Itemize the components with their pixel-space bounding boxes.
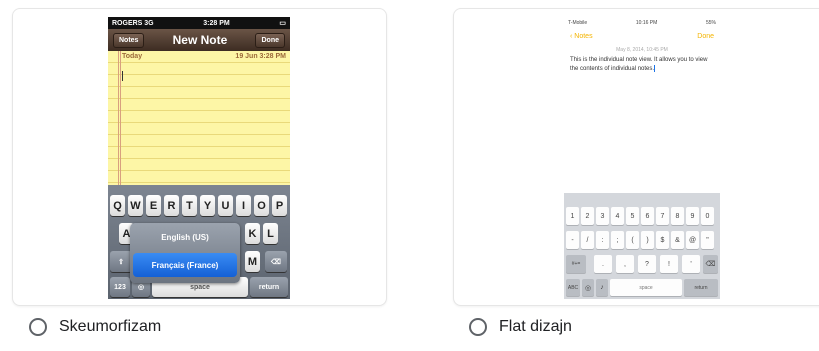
- time-label: 10:16 PM: [635, 20, 658, 26]
- battery-label: 55%: [705, 20, 716, 26]
- key: 1: [566, 207, 579, 225]
- note-text: This is the individual note view. It all…: [570, 57, 708, 72]
- key: T: [182, 195, 197, 216]
- key: 2: [581, 207, 594, 225]
- option-label: Flat dizajn: [499, 318, 572, 335]
- skeuomorphic-phone-screenshot: ROGERS 3G 3:28 PM ▭ Notes New Note Done …: [108, 17, 290, 299]
- note-title: New Note: [172, 33, 228, 47]
- language-option-french: Français (France): [133, 253, 237, 277]
- key: ;: [611, 231, 624, 249]
- status-bar: ROGERS 3G 3:28 PM ▭: [108, 17, 290, 29]
- key: @: [686, 231, 699, 249]
- return-key: return: [684, 279, 718, 296]
- key: O: [254, 195, 269, 216]
- key: 0: [701, 207, 714, 225]
- key: /: [581, 231, 594, 249]
- key: 4: [611, 207, 624, 225]
- nav-bar: Notes New Note Done: [108, 29, 290, 51]
- key: !: [660, 255, 678, 273]
- battery-icon: ▭: [279, 20, 286, 27]
- key: W: [128, 195, 143, 216]
- globe-icon: ◎: [582, 279, 594, 296]
- option-card-skeuomorphism[interactable]: ROGERS 3G 3:28 PM ▭ Notes New Note Done …: [12, 8, 387, 306]
- key: Y: [200, 195, 215, 216]
- shift-key: ⇧: [110, 251, 132, 272]
- microphone-icon: ♪: [596, 279, 608, 296]
- key: ": [701, 231, 714, 249]
- delete-key: ⌫: [703, 255, 718, 273]
- key: $: [656, 231, 669, 249]
- key: .: [594, 255, 612, 273]
- option-flat-design[interactable]: Flat dizajn: [469, 318, 572, 336]
- space-key: space: [610, 279, 682, 296]
- delete-key: ⌫: [265, 251, 287, 272]
- notes-back-button: ‹ Notes: [570, 32, 593, 40]
- key: ,: [616, 255, 634, 273]
- carrier-label: T-Mobile: [568, 20, 588, 26]
- time-label: 3:28 PM: [203, 19, 230, 27]
- key: M: [245, 251, 260, 272]
- nav-bar: ‹ Notes Done: [564, 29, 720, 43]
- key: :: [596, 231, 609, 249]
- note-day-label: Today: [122, 53, 143, 60]
- key: 3: [596, 207, 609, 225]
- key: 7: [656, 207, 669, 225]
- key: U: [218, 195, 233, 216]
- language-popup: English (US) Français (France): [130, 223, 240, 283]
- text-cursor: [654, 64, 656, 72]
- abc-key: ABC: [566, 279, 580, 296]
- key: (: [626, 231, 639, 249]
- carrier-label: ROGERS 3G: [112, 19, 154, 27]
- key: ): [641, 231, 654, 249]
- text-cursor: [122, 71, 123, 81]
- key: -: [566, 231, 579, 249]
- radio-button[interactable]: [29, 318, 47, 336]
- numbers-key: 123: [110, 277, 130, 297]
- note-body: This is the individual note view. It all…: [564, 53, 720, 78]
- done-button: Done: [697, 32, 714, 40]
- key: 9: [686, 207, 699, 225]
- key: K: [245, 223, 260, 244]
- return-key: return: [250, 277, 288, 297]
- key: 5: [626, 207, 639, 225]
- key: E: [146, 195, 161, 216]
- option-skeuomorphism[interactable]: Skeumorfizam: [29, 318, 161, 336]
- key: 6: [641, 207, 654, 225]
- notes-back-button: Notes: [113, 32, 145, 48]
- key: P: [272, 195, 287, 216]
- key: &: [671, 231, 684, 249]
- key: ?: [638, 255, 656, 273]
- symbols-key: #+=: [566, 255, 586, 273]
- key: R: [164, 195, 179, 216]
- note-datetime-label: 19 Jun 3:28 PM: [235, 53, 286, 60]
- key: L: [263, 223, 278, 244]
- flat-phone-screenshot: T-Mobile 10:16 PM 55% ‹ Notes Done May 8…: [564, 17, 720, 299]
- key: Q: [110, 195, 125, 216]
- keyboard: 1 2 3 4 5 6 7 8 9 0 - / : ; ( ) $ & @ " …: [564, 193, 720, 299]
- key: I: [236, 195, 251, 216]
- status-bar: T-Mobile 10:16 PM 55%: [564, 17, 720, 29]
- radio-button[interactable]: [469, 318, 487, 336]
- option-card-flat-design[interactable]: T-Mobile 10:16 PM 55% ‹ Notes Done May 8…: [453, 8, 819, 306]
- key: ': [682, 255, 700, 273]
- option-label: Skeumorfizam: [59, 318, 162, 335]
- key: 8: [671, 207, 684, 225]
- legal-pad-paper: Today 19 Jun 3:28 PM: [108, 51, 290, 185]
- done-button: Done: [255, 32, 285, 48]
- language-option-english: English (US): [161, 232, 209, 242]
